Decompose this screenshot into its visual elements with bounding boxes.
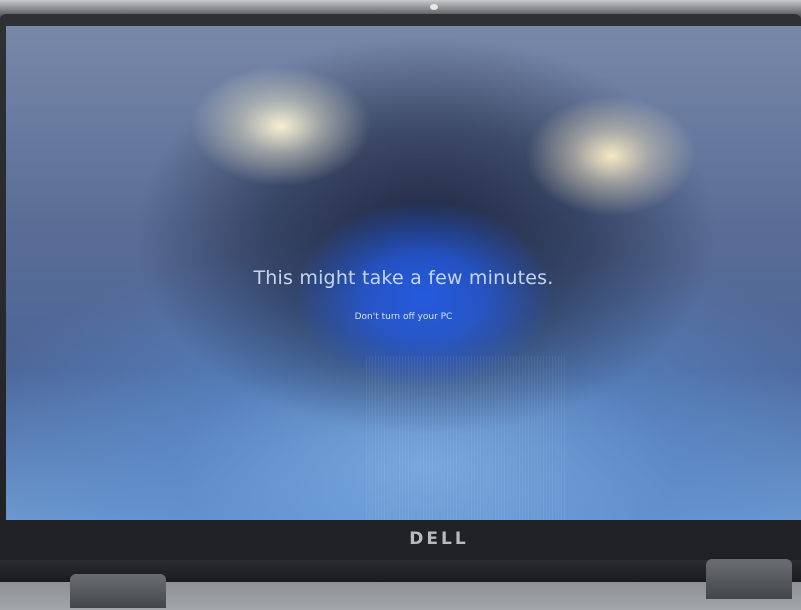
screen-scanlines bbox=[366, 356, 566, 520]
brand-logo: DELL bbox=[404, 527, 474, 549]
svg-text:DELL: DELL bbox=[409, 529, 468, 549]
hinge-left bbox=[70, 574, 166, 608]
webcam-icon bbox=[430, 4, 438, 10]
laptop-display: This might take a few minutes. Don't tur… bbox=[6, 26, 801, 520]
hinge-right bbox=[706, 559, 792, 599]
setup-progress-message: This might take a few minutes. bbox=[253, 267, 554, 289]
power-warning-message: Don't turn off your PC bbox=[354, 312, 453, 322]
photo-scene: This might take a few minutes. Don't tur… bbox=[0, 0, 801, 610]
dell-logo-icon: DELL bbox=[409, 529, 468, 549]
